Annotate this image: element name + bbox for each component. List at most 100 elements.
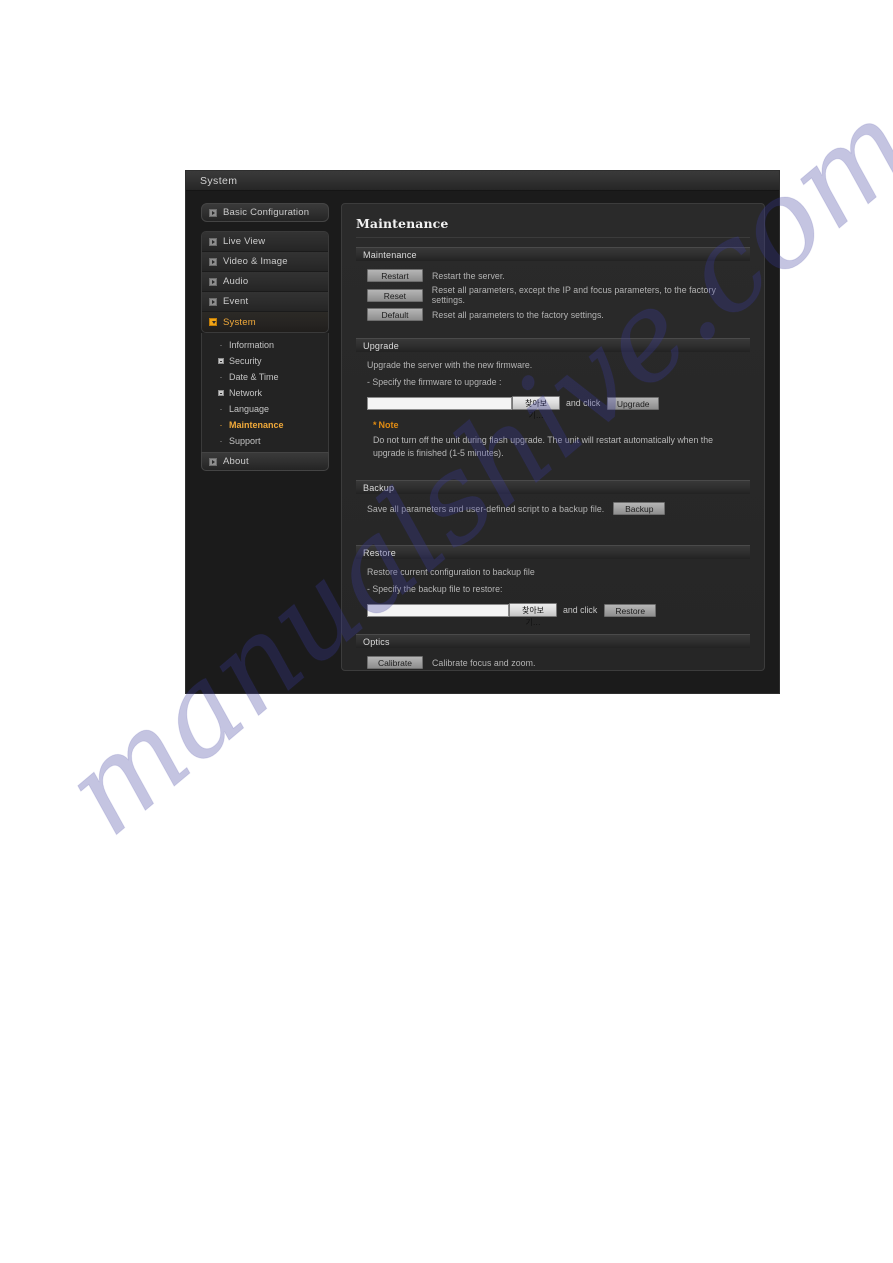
section-body-optics: Calibrate Calibrate focus and zoom. — [356, 656, 750, 669]
page-title: Maintenance — [356, 216, 750, 238]
sidebar-subitem-support[interactable]: · Support — [202, 433, 328, 449]
section-title: Restore — [363, 547, 396, 558]
sidebar-item-system[interactable]: System — [202, 312, 328, 332]
section-header-backup: Backup — [356, 480, 750, 494]
sidebar-subitem-label: Network — [229, 388, 263, 398]
sidebar-nav-group: Live View Video & Image Audio Event Syst… — [201, 231, 329, 333]
upgrade-button[interactable]: Upgrade — [607, 396, 660, 410]
sidebar-item-basic-configuration[interactable]: Basic Configuration — [201, 203, 329, 222]
upgrade-browse-button[interactable]: 찾아보기... — [512, 396, 560, 420]
sidebar-item-label: Basic Configuration — [223, 207, 310, 218]
sidebar-item-label: Live View — [223, 236, 266, 247]
arrow-square-icon — [209, 457, 217, 466]
sidebar-subitem-information[interactable]: · Information — [202, 337, 328, 353]
sidebar-subitem-label: Maintenance — [229, 420, 284, 430]
backup-row: Save all parameters and user-defined scr… — [367, 502, 750, 515]
calibrate-button[interactable]: Calibrate — [367, 656, 423, 669]
note-star-icon: * — [373, 420, 377, 430]
window-title: System — [200, 174, 238, 187]
arrow-square-icon — [209, 257, 217, 266]
section-header-optics: Optics — [356, 634, 750, 648]
maintenance-row-default: Default Reset all parameters to the fact… — [367, 308, 750, 321]
dot-bullet-icon: · — [219, 339, 223, 350]
arrow-square-icon — [209, 277, 217, 286]
reset-button[interactable]: Reset — [367, 288, 423, 302]
restore-file-row: 찾아보기... and click Restore — [367, 603, 750, 627]
sidebar-subitem-label: Date & Time — [229, 372, 279, 382]
arrow-square-icon — [209, 237, 217, 246]
expand-square-icon — [218, 390, 224, 396]
system-window: System Basic Configuration Live View Vid… — [185, 170, 780, 694]
restore-line-1: Restore current configuration to backup … — [367, 567, 535, 577]
sidebar-subitem-maintenance[interactable]: · Maintenance — [202, 417, 328, 433]
arrow-square-icon-amber — [209, 318, 217, 326]
maintenance-row-reset: Reset Reset all parameters, except the I… — [367, 285, 750, 305]
restore-browse-button[interactable]: 찾아보기... — [509, 603, 557, 627]
main-panel: Maintenance Maintenance Restart Restart … — [341, 203, 765, 671]
dot-bullet-icon: · — [219, 371, 223, 382]
upgrade-line-1: Upgrade the server with the new firmware… — [367, 360, 533, 370]
optics-row: Calibrate Calibrate focus and zoom. — [367, 656, 750, 669]
dot-bullet-icon: · — [219, 403, 223, 414]
section-title: Optics — [363, 636, 390, 647]
sidebar-item-live-view[interactable]: Live View — [202, 232, 328, 252]
sidebar-subnav: · Information Security · Date & Time Net… — [201, 333, 329, 452]
arrow-square-icon — [209, 297, 217, 306]
sidebar-subitem-label: Information — [229, 340, 275, 350]
dot-bullet-icon: · — [219, 419, 223, 430]
dot-bullet-icon: · — [219, 435, 223, 446]
sidebar-subitem-label: Language — [229, 404, 270, 414]
sidebar-item-label: About — [223, 456, 249, 467]
sidebar-subitem-network[interactable]: Network — [202, 385, 328, 401]
sidebar-subitem-date-and-time[interactable]: · Date & Time — [202, 369, 328, 385]
sidebar-item-label: Video & Image — [223, 256, 288, 267]
upgrade-file-row: 찾아보기... and click Upgrade — [367, 396, 750, 420]
backup-button[interactable]: Backup — [613, 502, 666, 515]
restart-description: Restart the server. — [432, 270, 505, 281]
window-titlebar: System — [186, 171, 779, 191]
sidebar-subitem-language[interactable]: · Language — [202, 401, 328, 417]
backup-description: Save all parameters and user-defined scr… — [367, 503, 605, 514]
sidebar-subitem-security[interactable]: Security — [202, 353, 328, 369]
expand-square-icon — [218, 358, 224, 364]
reset-description: Reset all parameters, except the IP and … — [431, 285, 716, 305]
section-title: Backup — [363, 482, 395, 493]
maintenance-row-restart: Restart Restart the server. — [367, 269, 750, 282]
sidebar-subitem-label: Security — [229, 356, 262, 366]
section-title: Upgrade — [363, 340, 399, 351]
sidebar-subitem-label: Support — [229, 436, 261, 446]
restart-button[interactable]: Restart — [367, 269, 423, 282]
sidebar-item-video-and-image[interactable]: Video & Image — [202, 252, 328, 272]
restore-button[interactable]: Restore — [604, 603, 657, 617]
restore-file-input[interactable] — [367, 603, 509, 617]
optics-description: Calibrate focus and zoom. — [432, 657, 536, 668]
sidebar-item-label: Audio — [223, 276, 249, 287]
sidebar-item-label: Event — [223, 296, 249, 307]
sidebar-item-about[interactable]: About — [201, 452, 329, 471]
sidebar-item-event[interactable]: Event — [202, 292, 328, 312]
section-body-backup: Save all parameters and user-defined scr… — [356, 502, 750, 515]
section-header-maintenance: Maintenance — [356, 247, 750, 261]
window-body: Basic Configuration Live View Video & Im… — [186, 191, 779, 693]
upgrade-and-click-label: and click — [566, 398, 601, 408]
page-root: manualshive.com System Basic Configurati… — [0, 0, 893, 1263]
section-header-restore: Restore — [356, 545, 750, 559]
sidebar-item-label: System — [223, 316, 256, 328]
sidebar-item-audio[interactable]: Audio — [202, 272, 328, 292]
default-description: Reset all parameters to the factory sett… — [432, 309, 604, 320]
sidebar: Basic Configuration Live View Video & Im… — [201, 203, 329, 679]
default-button[interactable]: Default — [367, 308, 423, 321]
upgrade-note-body: Do not turn off the unit during flash up… — [373, 435, 714, 458]
upgrade-file-input[interactable] — [367, 396, 512, 410]
upgrade-note-title: * Note — [373, 420, 750, 430]
section-title: Maintenance — [363, 249, 417, 260]
note-title-text: Note — [378, 420, 399, 430]
section-body-maintenance: Restart Restart the server. Reset Reset … — [356, 269, 750, 321]
restore-and-click-label: and click — [563, 605, 598, 615]
section-header-upgrade: Upgrade — [356, 338, 750, 352]
section-body-upgrade: Upgrade the server with the new firmware… — [356, 360, 750, 460]
